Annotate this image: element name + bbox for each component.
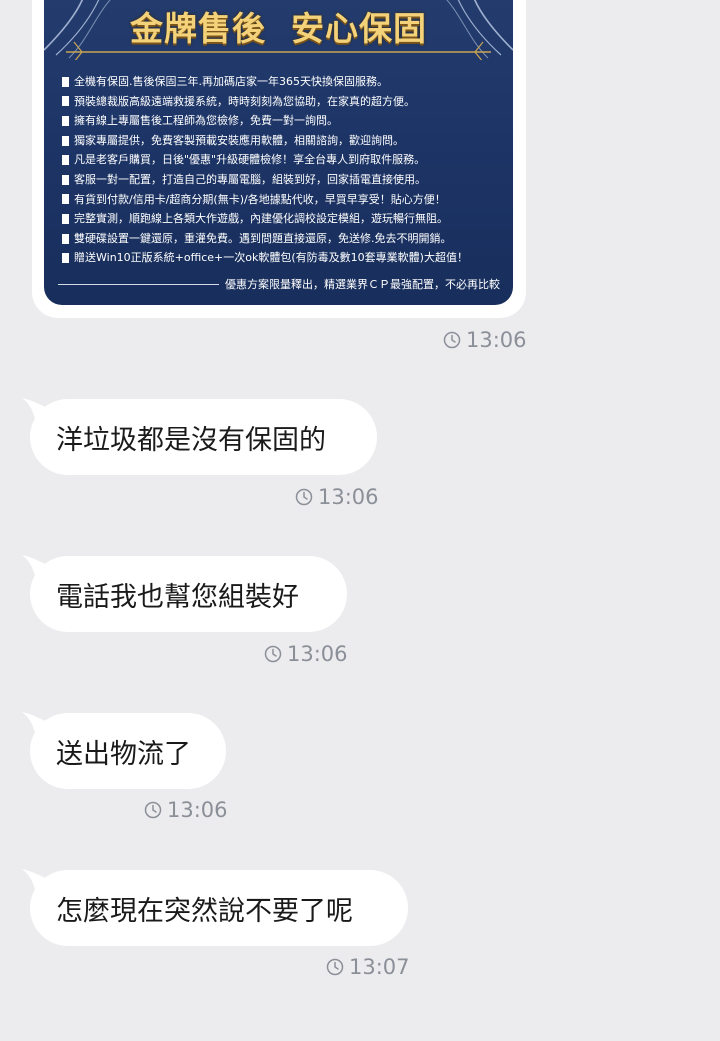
clock-icon xyxy=(295,488,313,506)
message-timestamp: 13:07 xyxy=(326,955,410,979)
promo-image[interactable]: 金牌售後 安心保固 全機有保固.售後保固三年.再加碼店家一年365天快換保固服務… xyxy=(44,0,513,305)
timestamp-text: 13:06 xyxy=(287,642,348,666)
message-text: 電話我也幫您組裝好 xyxy=(56,581,299,613)
promo-item: 預裝總裁版高級遠端救援系統，時時刻刻為您協助，在家真的超方便。 xyxy=(62,92,502,112)
bullet-square-icon xyxy=(62,194,69,205)
promo-item: 獨家專屬提供，免費客製預載安裝應用軟體，相關諮詢，歡迎詢問。 xyxy=(62,131,502,151)
bullet-square-icon xyxy=(62,96,69,107)
promo-item: 雙硬碟設置一鍵還原，重灌免費。遇到問題直接還原，免送修.免去不明開銷。 xyxy=(62,229,502,249)
message-timestamp: 13:06 xyxy=(295,485,379,509)
promo-item: 贈送Win10正版系統+office+一次ok軟體包(有防毒及數10套專業軟體)… xyxy=(62,248,502,268)
promo-feature-list: 全機有保固.售後保固三年.再加碼店家一年365天快換保固服務。 預裝總裁版高級遠… xyxy=(62,72,502,268)
timestamp-text: 13:06 xyxy=(466,328,527,352)
promo-footer-text: 優惠方案限量釋出，精選業界ＣＰ最強配置，不必再比較 xyxy=(225,278,500,291)
clock-icon xyxy=(326,958,344,976)
timestamp-text: 13:06 xyxy=(318,485,379,509)
promo-footer: 優惠方案限量釋出，精選業界ＣＰ最強配置，不必再比較 xyxy=(58,276,500,292)
timestamp-text: 13:06 xyxy=(167,798,228,822)
promo-item: 全機有保固.售後保固三年.再加碼店家一年365天快換保固服務。 xyxy=(62,72,502,92)
message-bubble[interactable]: 電話我也幫您組裝好 xyxy=(30,556,347,632)
bullet-square-icon xyxy=(62,213,69,224)
promo-item: 完整實測，順跑線上各類大作遊戲，內建優化調校設定模組，遊玩暢行無阻。 xyxy=(62,209,502,229)
promo-item: 有貨到付款/信用卡/超商分期(無卡)/各地據點代收，早買早享受！貼心方便！ xyxy=(62,190,502,210)
message-text: 洋垃圾都是沒有保固的 xyxy=(56,424,326,456)
clock-icon xyxy=(144,801,162,819)
promo-item: 擁有線上專屬售後工程師為您檢修，免費一對一詢問。 xyxy=(62,111,502,131)
footer-rule xyxy=(58,283,219,285)
message-timestamp: 13:06 xyxy=(144,798,228,822)
bullet-square-icon xyxy=(62,76,69,87)
promo-item: 客服一對一配置，打造自己的專屬電腦，組裝到好，回家插電直接使用。 xyxy=(62,170,502,190)
message-bubble[interactable]: 送出物流了 xyxy=(30,713,226,789)
message-text: 送出物流了 xyxy=(56,738,191,770)
clock-icon xyxy=(264,645,282,663)
message-bubble[interactable]: 洋垃圾都是沒有保固的 xyxy=(30,399,377,475)
message-timestamp: 13:06 xyxy=(443,328,527,352)
bullet-square-icon xyxy=(62,253,69,264)
bullet-square-icon xyxy=(62,233,69,244)
message-text: 怎麼現在突然說不要了呢 xyxy=(56,895,353,927)
bullet-square-icon xyxy=(62,115,69,126)
bullet-square-icon xyxy=(62,135,69,146)
clock-icon xyxy=(443,331,461,349)
bullet-square-icon xyxy=(62,174,69,185)
bullet-square-icon xyxy=(62,155,69,166)
message-timestamp: 13:06 xyxy=(264,642,348,666)
promo-item: 凡是老客戶購買，日後"優惠"升級硬體檢修！享全台專人到府取件服務。 xyxy=(62,150,502,170)
message-bubble[interactable]: 怎麼現在突然說不要了呢 xyxy=(30,870,408,946)
promo-title: 金牌售後 安心保固 xyxy=(130,9,427,48)
timestamp-text: 13:07 xyxy=(349,955,410,979)
